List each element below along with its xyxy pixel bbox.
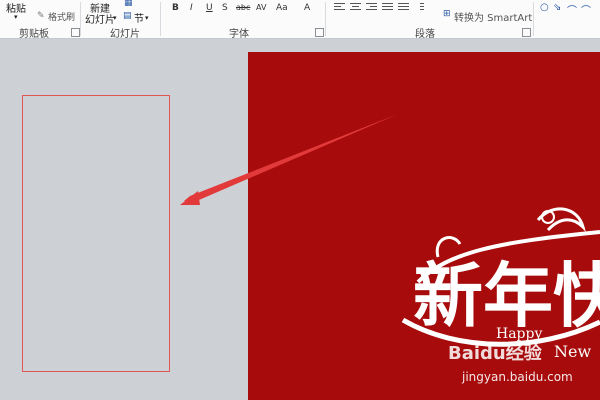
annotation-arrow bbox=[180, 114, 398, 205]
